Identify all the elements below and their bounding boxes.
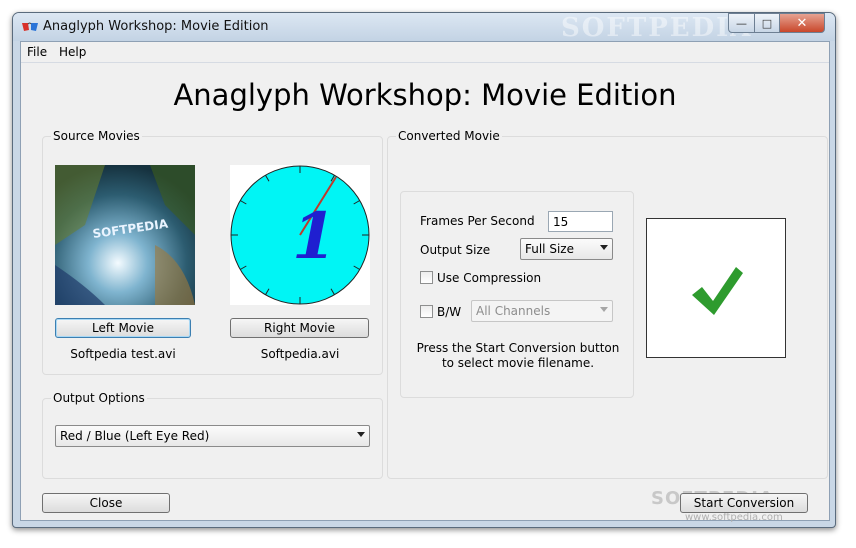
menu-bar: File Help [21, 42, 829, 62]
window-title: Anaglyph Workshop: Movie Edition [43, 19, 269, 34]
compression-checkbox[interactable] [420, 271, 433, 284]
source-movies-group: Source Movies SOFTPEDIA 1 Left Movie Rig… [42, 129, 383, 375]
clock-digit: 1 [292, 199, 337, 274]
right-movie-filename: Softpedia.avi [260, 347, 340, 361]
menu-help[interactable]: Help [59, 45, 86, 59]
output-options-label: Output Options [51, 391, 147, 405]
bw-label: B/W [437, 305, 462, 319]
channels-value: All Channels [476, 304, 551, 318]
channels-select: All Channels [471, 300, 613, 322]
chevron-down-icon [600, 245, 608, 250]
maximize-button[interactable]: □ [754, 13, 780, 33]
minimize-button[interactable]: — [728, 13, 755, 33]
menu-file[interactable]: File [27, 45, 47, 59]
chevron-down-icon [357, 432, 365, 437]
conversion-instructions: Press the Start Conversion button to sel… [416, 341, 620, 370]
left-movie-button[interactable]: Left Movie [55, 318, 191, 338]
converted-preview [646, 218, 786, 358]
right-movie-button[interactable]: Right Movie [230, 318, 369, 338]
start-conversion-button[interactable]: Start Conversion [680, 493, 808, 513]
left-movie-filename: Softpedia test.avi [70, 347, 176, 361]
fps-input[interactable]: 15 [548, 211, 613, 232]
close-button[interactable]: Close [42, 493, 170, 513]
app-window: Anaglyph Workshop: Movie Edition SOFTPED… [12, 12, 836, 528]
bw-checkbox[interactable] [420, 305, 433, 318]
left-movie-thumbnail: SOFTPEDIA [55, 165, 195, 305]
converted-movie-label: Converted Movie [396, 129, 502, 143]
anaglyph-mode-value: Red / Blue (Left Eye Red) [60, 429, 210, 443]
page-heading: Anaglyph Workshop: Movie Edition [173, 78, 677, 112]
output-size-select[interactable]: Full Size [520, 238, 613, 260]
conversion-settings-panel: Frames Per Second 15 Output Size Full Si… [400, 191, 634, 398]
close-window-button[interactable]: ✕ [779, 13, 825, 33]
checkmark-icon [692, 267, 743, 315]
client-area: File Help Anaglyph Workshop: Movie Editi… [20, 41, 830, 523]
chevron-down-icon [600, 307, 608, 312]
footer-watermark-url: www.softpedia.com [685, 512, 783, 523]
anaglyph-glasses-icon [22, 22, 38, 31]
fps-label: Frames Per Second [420, 214, 535, 228]
menu-divider [21, 62, 829, 63]
converted-movie-group: Converted Movie Frames Per Second 15 Out… [387, 129, 828, 479]
right-movie-thumbnail: 1 [230, 165, 370, 305]
output-size-label: Output Size [420, 243, 491, 257]
output-options-group: Output Options Red / Blue (Left Eye Red) [42, 391, 383, 479]
anaglyph-mode-select[interactable]: Red / Blue (Left Eye Red) [55, 425, 370, 447]
title-bar[interactable]: Anaglyph Workshop: Movie Edition SOFTPED… [13, 13, 835, 43]
compression-label: Use Compression [437, 271, 542, 285]
source-movies-label: Source Movies [51, 129, 142, 143]
title-watermark: SOFTPEDIA [561, 13, 753, 43]
output-size-value: Full Size [525, 242, 574, 256]
